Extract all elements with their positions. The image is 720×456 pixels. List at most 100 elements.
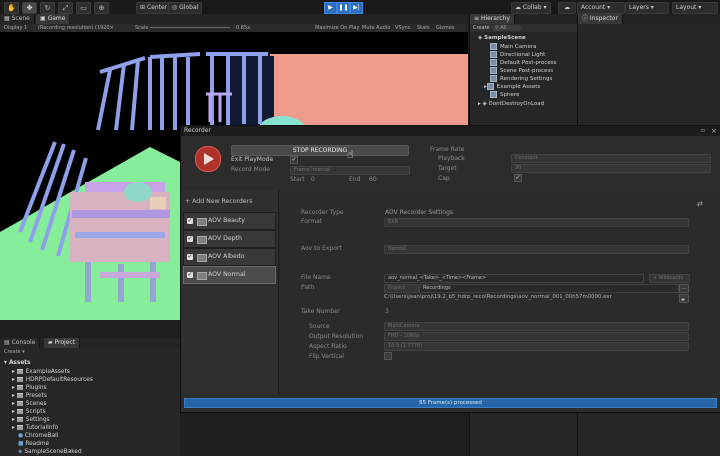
gameobject-icon	[486, 83, 494, 90]
exit-playmode-label: Exit PlayMode	[231, 156, 274, 163]
hierarchy-item[interactable]: Default Post-process	[490, 59, 556, 67]
enabled-checkbox[interactable]: ✓	[187, 218, 193, 224]
scale-icon[interactable]: ⤢	[58, 2, 73, 14]
close-icon[interactable]: ×	[711, 126, 717, 136]
browse-button[interactable]: …	[679, 284, 689, 293]
enabled-checkbox[interactable]: ✓	[187, 272, 193, 278]
space-button[interactable]: ◎ Global	[168, 2, 203, 14]
file-name-input[interactable]: aov_normal_<Take>_<Time><Frame>	[384, 274, 644, 283]
assets-root[interactable]: ▾ Assets	[4, 359, 30, 368]
open-folder-button[interactable]: ▰	[679, 294, 689, 303]
exit-playmode-checkbox[interactable]: ✓	[290, 156, 298, 164]
hierarchy-item[interactable]: Rendering Settings	[490, 75, 552, 83]
source-label: Source	[309, 323, 330, 330]
rotate-icon[interactable]: ↻	[40, 2, 55, 14]
move-icon[interactable]: ✥	[22, 2, 37, 14]
material-ball-icon: ●	[18, 433, 25, 439]
pause-button[interactable]: ❚❚	[337, 2, 350, 14]
tab-scene[interactable]: ▦ Scene	[0, 14, 35, 24]
layers-dropdown[interactable]: Layers ▾	[625, 2, 669, 14]
hierarchy-item[interactable]: Directional Light	[490, 51, 545, 59]
path-input[interactable]: Recordings	[419, 284, 679, 293]
record-button[interactable]	[195, 146, 221, 172]
ddol-root[interactable]: ▸ ◈ DontDestroyOnLoad	[478, 100, 544, 108]
step-button[interactable]: ▶|	[350, 2, 363, 14]
vsync-toggle[interactable]: VSync	[395, 24, 410, 32]
display-dropdown[interactable]: Display 1	[4, 24, 27, 32]
preset-icon[interactable]: ⇄	[697, 200, 703, 208]
collab-button[interactable]: ☁ Collab ▾	[511, 2, 551, 14]
camera-icon	[197, 254, 207, 262]
record-mode-dropdown[interactable]: Frame Interval	[290, 166, 410, 175]
console-icon: ▤	[4, 339, 12, 346]
file-name-label: File Name	[301, 274, 331, 281]
path-root-dropdown[interactable]: Project	[384, 284, 419, 293]
stats-toggle[interactable]: Stats	[417, 24, 430, 32]
maximize-on-play-toggle[interactable]: Maximize On Play	[315, 24, 359, 32]
add-new-recorders-button[interactable]: + Add New Recorders	[185, 198, 253, 205]
scene-root[interactable]: ◈ SampleScene	[478, 34, 526, 42]
hierarchy-search-input[interactable]: ⚲ All	[492, 25, 521, 31]
flip-vertical-checkbox[interactable]	[384, 352, 392, 360]
cap-checkbox[interactable]: ✓	[514, 174, 522, 182]
pivot-icon: ⊞	[140, 4, 147, 11]
tab-hierarchy[interactable]: ≡ Hierarchy	[470, 14, 515, 24]
wildcards-label: + Wildcards	[653, 275, 684, 281]
playback-dropdown[interactable]: Constant	[511, 154, 711, 163]
tab-game[interactable]: ▣ Game	[36, 14, 71, 24]
recorder-item[interactable]: ✓ AOV Beauty	[183, 212, 276, 230]
stop-recording-button[interactable]: STOP RECORDING	[231, 145, 409, 156]
hierarchy-create-button[interactable]: Create	[473, 24, 490, 32]
recorder-item[interactable]: ✓ AOV Albedo	[183, 248, 276, 266]
tab-console[interactable]: ▤ Console	[0, 338, 41, 348]
start-field[interactable]: 0	[311, 176, 315, 183]
target-dropdown[interactable]: 30	[511, 164, 711, 173]
target-label: Target	[438, 165, 457, 172]
mute-audio-toggle[interactable]: Mute Audio	[362, 24, 390, 32]
enabled-checkbox[interactable]: ✓	[187, 236, 193, 242]
project-folder-label: TutorialInfo	[25, 425, 59, 431]
project-folder-label: Plugins	[25, 385, 47, 391]
hierarchy-item[interactable]: Sphere	[490, 91, 519, 99]
scale-slider[interactable]	[150, 27, 230, 28]
cloud-button[interactable]: ☁	[558, 2, 576, 14]
gizmos-dropdown[interactable]: Gizmos	[436, 24, 454, 32]
project-create-button[interactable]: Create ▾	[4, 348, 25, 357]
info-icon: ⓘ	[582, 15, 590, 22]
project-asset-label: Readme	[25, 441, 50, 447]
format-dropdown[interactable]: EXR	[384, 218, 689, 227]
hand-icon[interactable]: ✋	[4, 2, 19, 14]
pivot-button[interactable]: ⊞ Center	[136, 2, 172, 14]
enabled-checkbox[interactable]: ✓	[187, 254, 193, 260]
recorder-item-label: AOV Albedo	[208, 253, 245, 260]
tab-inspector[interactable]: ⓘ Inspector	[578, 14, 623, 24]
project-asset[interactable]: ◈ SampleSceneBaked	[18, 448, 82, 456]
pivot-label: Center	[146, 4, 168, 11]
end-field[interactable]: 60	[369, 176, 377, 183]
recorder-item-selected[interactable]: ✓ AOV Normal	[183, 266, 276, 284]
aov-dropdown[interactable]: Normal	[384, 245, 689, 254]
resolution-dropdown[interactable]: (Recording resolution) (1920×	[38, 24, 114, 32]
maximize-icon[interactable]: ▫	[701, 126, 705, 136]
account-dropdown[interactable]: Account ▾	[577, 2, 625, 14]
assets-root-label: Assets	[8, 360, 31, 366]
play-button[interactable]: ▶	[324, 2, 337, 14]
folder-icon: ▰	[681, 297, 685, 303]
scale-value: 0.65x	[236, 25, 251, 31]
take-number-field[interactable]: 3	[385, 308, 389, 315]
rect-icon[interactable]: ▭	[76, 2, 91, 14]
hierarchy-item[interactable]: Scene Post-process	[490, 67, 553, 75]
hierarchy-item[interactable]: ▸ Example Assets	[484, 83, 540, 91]
hierarchy-item[interactable]: Main Camera	[490, 43, 536, 51]
source-dropdown[interactable]: MainCamera	[384, 322, 689, 331]
cap-label: Cap	[438, 175, 450, 182]
folder-icon	[16, 385, 23, 390]
recorder-item[interactable]: ✓ AOV Depth	[183, 230, 276, 248]
aspect-ratio-dropdown[interactable]: 16:9 (1.7778)	[384, 342, 689, 351]
layout-dropdown[interactable]: Layout ▾	[672, 2, 718, 14]
output-resolution-dropdown[interactable]: FHD - 1080p	[384, 332, 689, 341]
tab-project[interactable]: ▰ Project	[44, 338, 81, 348]
transform-icon[interactable]: ⊕	[94, 2, 109, 14]
collab-icon: ☁	[515, 4, 523, 11]
wildcards-dropdown[interactable]: + Wildcards	[649, 274, 690, 283]
